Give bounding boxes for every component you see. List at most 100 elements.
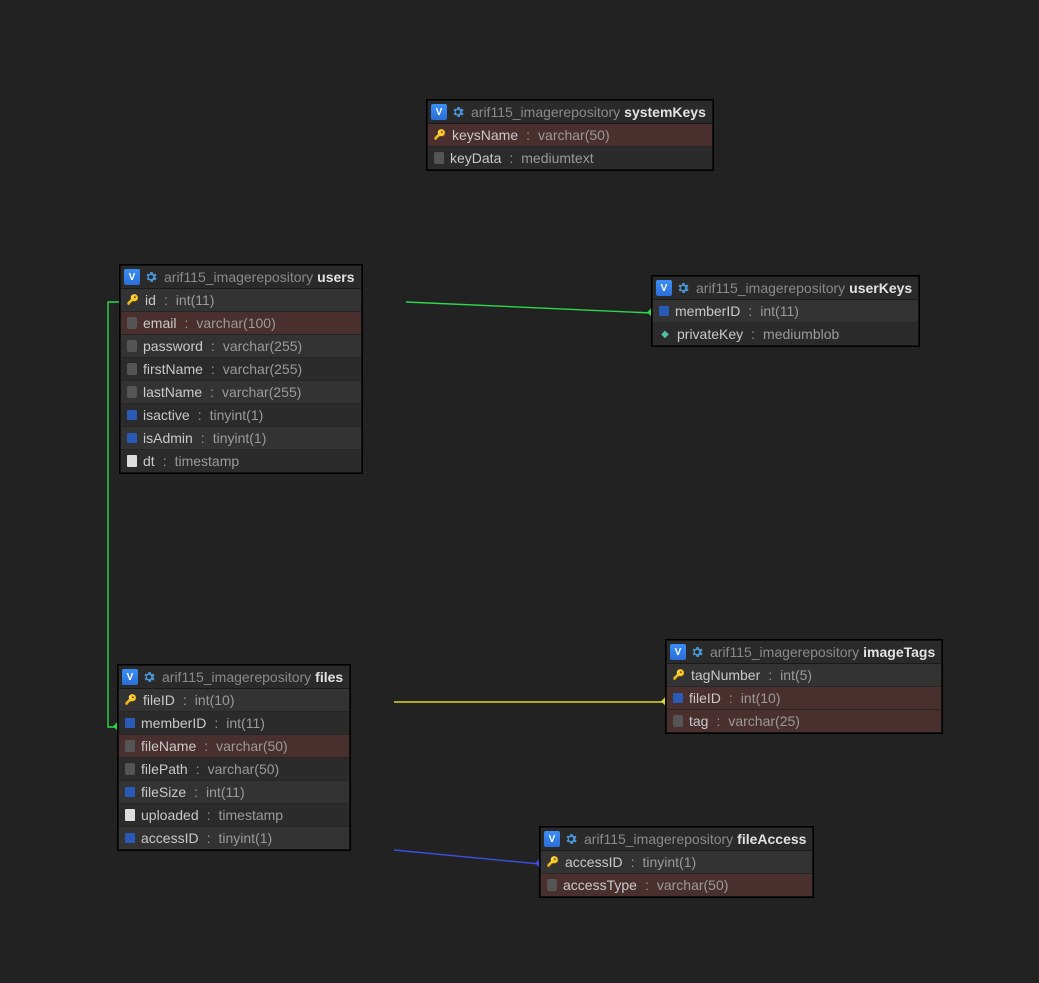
gear-icon[interactable] bbox=[564, 832, 578, 846]
table-column[interactable]: memberID : int(11) bbox=[653, 300, 918, 323]
table-header[interactable]: Varif115_imagerepository users bbox=[121, 266, 361, 289]
column-name: memberID bbox=[141, 715, 206, 731]
table-column[interactable]: filePath : varchar(50) bbox=[119, 758, 349, 781]
numeric-icon bbox=[125, 787, 135, 797]
primary-key-icon: 🔑 bbox=[547, 856, 559, 868]
column-name: keysName bbox=[452, 127, 518, 143]
table-column[interactable]: fileSize : int(11) bbox=[119, 781, 349, 804]
gear-icon[interactable] bbox=[451, 105, 465, 119]
table-column[interactable]: keyData : mediumtext bbox=[428, 147, 712, 169]
table-column[interactable]: memberID : int(11) bbox=[119, 712, 349, 735]
numeric-icon bbox=[127, 410, 137, 420]
column-type: varchar(50) bbox=[216, 738, 288, 754]
schema-name: arif115_imagerepository bbox=[710, 644, 859, 660]
table-column[interactable]: lastName : varchar(255) bbox=[121, 381, 361, 404]
column-name: fileID bbox=[143, 692, 175, 708]
column-name: email bbox=[143, 315, 176, 331]
column-name: uploaded bbox=[141, 807, 199, 823]
view-badge-icon: V bbox=[544, 831, 560, 847]
table-column[interactable]: 🔑id : int(11) bbox=[121, 289, 361, 312]
table-column[interactable]: uploaded : timestamp bbox=[119, 804, 349, 827]
table-header[interactable]: Varif115_imagerepository imageTags bbox=[667, 641, 941, 664]
table-users[interactable]: Varif115_imagerepository users🔑id : int(… bbox=[120, 265, 362, 473]
table-imageTags[interactable]: Varif115_imagerepository imageTags🔑tagNu… bbox=[666, 640, 942, 733]
view-badge-icon: V bbox=[124, 269, 140, 285]
timestamp-icon bbox=[125, 809, 135, 821]
table-header[interactable]: Varif115_imagerepository fileAccess bbox=[541, 828, 812, 851]
view-badge-icon: V bbox=[670, 644, 686, 660]
column-icon bbox=[127, 317, 137, 329]
column-name: isactive bbox=[143, 407, 190, 423]
column-type: int(11) bbox=[760, 303, 799, 319]
column-name: fileSize bbox=[141, 784, 186, 800]
table-header[interactable]: Varif115_imagerepository systemKeys bbox=[428, 101, 712, 124]
table-column[interactable]: 🔑keysName : varchar(50) bbox=[428, 124, 712, 147]
table-column[interactable]: ◆privateKey : mediumblob bbox=[653, 323, 918, 345]
column-icon bbox=[434, 152, 444, 164]
column-type: varchar(25) bbox=[728, 713, 800, 729]
table-column[interactable]: email : varchar(100) bbox=[121, 312, 361, 335]
column-type: varchar(100) bbox=[196, 315, 275, 331]
column-icon bbox=[127, 363, 137, 375]
table-column[interactable]: accessID : tinyint(1) bbox=[119, 827, 349, 849]
table-column[interactable]: dt : timestamp bbox=[121, 450, 361, 472]
table-name: fileAccess bbox=[737, 831, 806, 847]
table-header[interactable]: Varif115_imagerepository userKeys bbox=[653, 277, 918, 300]
column-name: accessID bbox=[565, 854, 623, 870]
table-userKeys[interactable]: Varif115_imagerepository userKeysmemberI… bbox=[652, 276, 919, 346]
blob-icon: ◆ bbox=[659, 328, 671, 340]
column-name: firstName bbox=[143, 361, 203, 377]
column-name: fileName bbox=[141, 738, 196, 754]
gear-icon[interactable] bbox=[690, 645, 704, 659]
table-column[interactable]: accessType : varchar(50) bbox=[541, 874, 812, 896]
schema-name: arif115_imagerepository bbox=[471, 104, 620, 120]
schema-name: arif115_imagerepository bbox=[696, 280, 845, 296]
view-badge-icon: V bbox=[431, 104, 447, 120]
primary-key-icon: 🔑 bbox=[125, 694, 137, 706]
table-column[interactable]: 🔑fileID : int(10) bbox=[119, 689, 349, 712]
column-name: password bbox=[143, 338, 203, 354]
table-header[interactable]: Varif115_imagerepository files bbox=[119, 666, 349, 689]
column-name: memberID bbox=[675, 303, 740, 319]
schema-name: arif115_imagerepository bbox=[584, 831, 733, 847]
column-type: tinyint(1) bbox=[642, 854, 696, 870]
column-type: varchar(50) bbox=[538, 127, 610, 143]
table-column[interactable]: firstName : varchar(255) bbox=[121, 358, 361, 381]
numeric-icon bbox=[125, 833, 135, 843]
column-icon bbox=[125, 763, 135, 775]
numeric-icon bbox=[659, 306, 669, 316]
table-fileAccess[interactable]: Varif115_imagerepository fileAccess 🔑 acce… bbox=[540, 827, 813, 897]
view-badge-icon: V bbox=[656, 280, 672, 296]
table-column[interactable]: fileID : int(10) bbox=[667, 687, 941, 710]
column-type: varchar(255) bbox=[223, 338, 302, 354]
gear-icon[interactable] bbox=[142, 670, 156, 684]
table-systemKeys[interactable]: Varif115_imagerepository systemKeys🔑keys… bbox=[427, 100, 713, 170]
table-column[interactable]: fileName : varchar(50) bbox=[119, 735, 349, 758]
table-column[interactable]: 🔑tagNumber : int(5) bbox=[667, 664, 941, 687]
column-type: varchar(50) bbox=[657, 877, 729, 893]
column-name: filePath bbox=[141, 761, 188, 777]
column-type: int(11) bbox=[176, 292, 215, 308]
table-column[interactable]: isAdmin : tinyint(1) bbox=[121, 427, 361, 450]
table-name: imageTags bbox=[863, 644, 935, 660]
column-name: fileID bbox=[689, 690, 721, 706]
table-column[interactable]: isactive : tinyint(1) bbox=[121, 404, 361, 427]
column-name: accessType bbox=[563, 877, 637, 893]
table-body: 🔑fileID : int(10)memberID : int(11)fileN… bbox=[119, 689, 349, 849]
timestamp-icon bbox=[127, 455, 137, 467]
table-files[interactable]: Varif115_imagerepository files🔑fileID : … bbox=[118, 665, 350, 850]
column-type: int(10) bbox=[195, 692, 235, 708]
column-icon bbox=[127, 340, 137, 352]
table-column[interactable]: 🔑accessID : tinyint(1) bbox=[541, 851, 812, 874]
column-icon bbox=[673, 715, 683, 727]
gear-icon[interactable] bbox=[144, 270, 158, 284]
table-column[interactable]: tag : varchar(25) bbox=[667, 710, 941, 732]
column-type: int(10) bbox=[741, 690, 781, 706]
column-type: tinyint(1) bbox=[213, 430, 267, 446]
table-name: users bbox=[317, 269, 354, 285]
column-name: privateKey bbox=[677, 326, 743, 342]
gear-icon[interactable] bbox=[676, 281, 690, 295]
column-name: lastName bbox=[143, 384, 202, 400]
column-type: tinyint(1) bbox=[218, 830, 272, 846]
table-column[interactable]: password : varchar(255) bbox=[121, 335, 361, 358]
